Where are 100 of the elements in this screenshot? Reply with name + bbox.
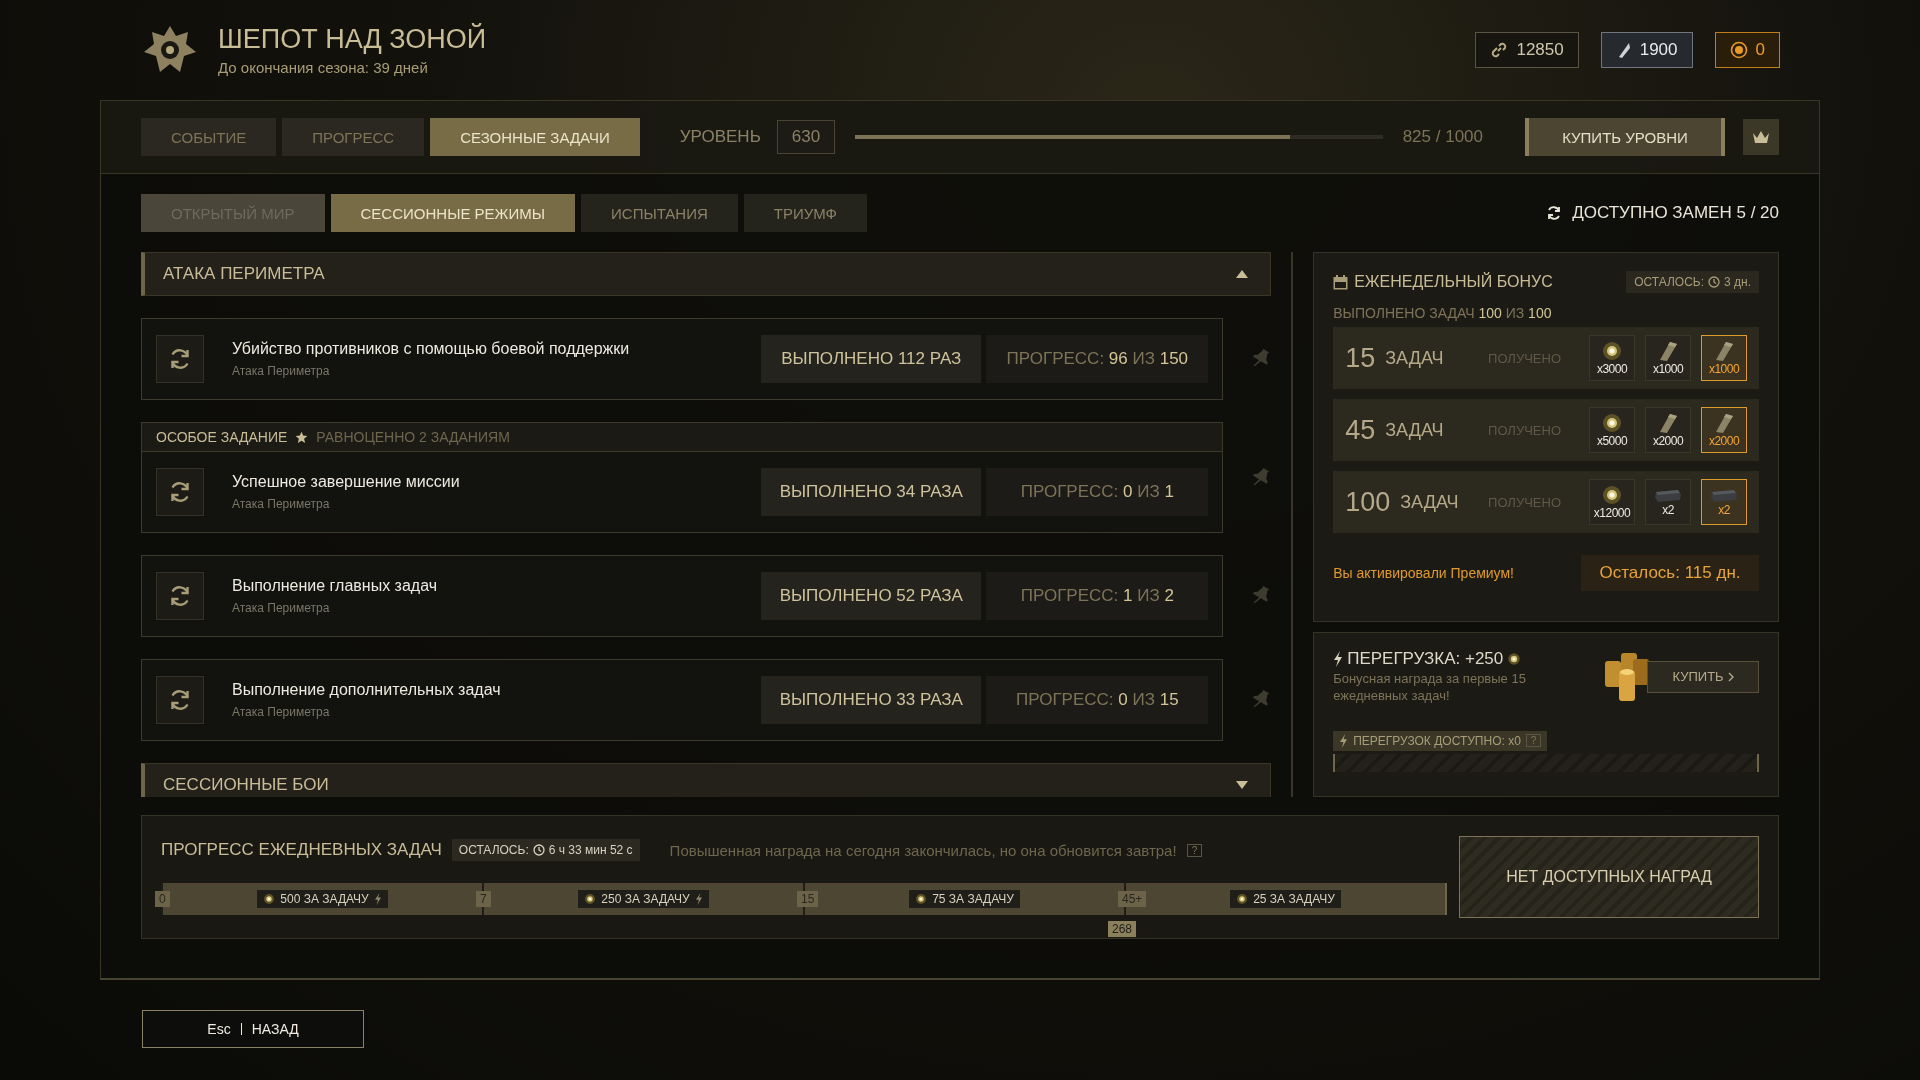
glowing-orb-icon [1507, 652, 1522, 666]
reward-slot: x2000 [1645, 407, 1691, 453]
progress-counter: ПРОГРЕСС: 1 ИЗ 2 [986, 572, 1209, 620]
task-name: Выполнение дополнительных задач [232, 681, 502, 699]
special-task-note: РАВНОЦЕННО 2 ЗАДАНИЯМ [316, 429, 510, 445]
section-header[interactable]: АТАКА ПЕРИМЕТРА [141, 252, 1272, 296]
tier-count: 15 [1345, 342, 1376, 374]
clock-icon [532, 844, 545, 856]
task-mode: Атака Периметра [232, 364, 331, 378]
back-button[interactable]: Esc НАЗАД [142, 1010, 364, 1048]
daily-notice: Повышенная награда на сегодня закончилась, но она обновится завтра! [669, 841, 1177, 859]
premium-button[interactable] [1743, 119, 1779, 155]
star-icon [295, 430, 309, 444]
tab[interactable]: СОБЫТИЕ [141, 118, 277, 156]
replace-task-button[interactable] [156, 676, 204, 724]
weekly-tasks-done: ВЫПОЛНЕНО ЗАДАЧ 100 ИЗ 100 [1333, 305, 1553, 321]
completion-count: ВЫПОЛНЕНО 33 РАЗА [761, 676, 982, 724]
refresh-icon [1546, 205, 1563, 221]
help-button[interactable]: ? [1525, 734, 1542, 748]
tier-unit: ЗАДАЧ [1385, 347, 1444, 369]
premium-note: Вы активировали Премиум! [1333, 565, 1514, 581]
premium-time-left: Осталось: 115 дн. [1581, 555, 1759, 591]
refresh-icon [168, 688, 192, 712]
progress-counter: ПРОГРЕСС: 0 ИЗ 1 [986, 468, 1209, 516]
daily-progress-title: ПРОГРЕСС ЕЖЕДНЕВНЫХ ЗАДАЧ [161, 840, 442, 860]
level-value: 630 [776, 120, 836, 154]
chain-icon [1490, 41, 1509, 59]
task-mode: Атака Периметра [232, 601, 331, 615]
glowing-orb-icon [1601, 484, 1623, 506]
tab[interactable]: ПРОГРЕСС [282, 118, 425, 156]
completion-count: ВЫПОЛНЕНО 52 РАЗА [761, 572, 982, 620]
reward-slot: x5000 [1589, 407, 1635, 453]
currency-counter: 0 [1714, 32, 1780, 68]
glowing-orb-icon [915, 893, 928, 905]
mode-tab[interactable]: ТРИУМФ [743, 194, 868, 232]
section-title: СЕССИОННЫЕ БОИ [163, 775, 329, 795]
glowing-orb-icon [1601, 340, 1623, 362]
crown-icon [1751, 129, 1771, 145]
reward-slot: x3000 [1589, 335, 1635, 381]
coin-icon [1729, 41, 1748, 59]
tier-unit: ЗАДАЧ [1385, 419, 1444, 441]
buy-button[interactable]: КУПИТЬ [1647, 660, 1759, 693]
lightning-icon [373, 893, 382, 905]
currency-counter: 1900 [1600, 32, 1693, 68]
reward-slot: x12000 [1589, 479, 1635, 525]
buy-levels-button[interactable]: КУПИТЬ УРОВНИ [1525, 118, 1725, 156]
progress-counter: ПРОГРЕСС: 0 ИЗ 15 [986, 676, 1209, 724]
refresh-icon [168, 347, 192, 371]
overload-title: ПЕРЕГРУЗКА: +250 [1347, 649, 1504, 669]
season-countdown: До окончания сезона: 39 дней [218, 59, 429, 76]
glowing-orb-icon [263, 893, 276, 905]
reward-slot: x2000 [1701, 407, 1747, 453]
milestone-marker: 7 [476, 891, 491, 907]
mode-tab[interactable]: ИСПЫТАНИЯ [581, 194, 738, 232]
reward-rate-badge: 250 ЗА ЗАДАЧУ [578, 890, 709, 908]
tier-count: 45 [1345, 414, 1376, 446]
lightning-icon [694, 893, 703, 905]
level-progress-reading: 825 / 1000 [1402, 127, 1483, 147]
replace-task-button[interactable] [156, 468, 204, 516]
refresh-icon [168, 480, 192, 504]
task-name: Убийство противников с помощью боевой поддержки [232, 340, 631, 358]
caret-icon [1236, 781, 1249, 789]
season-title: ШЕПОТ НАД ЗОНОЙ [218, 24, 487, 55]
overload-description: Бонусная награда за первые 15 ежедневных задач! [1333, 671, 1527, 705]
lightning-icon [1333, 651, 1344, 667]
glowing-orb-icon [584, 893, 597, 905]
case-icon [1654, 487, 1682, 503]
case-icon [1710, 487, 1738, 503]
glowing-orb-icon [1601, 412, 1623, 434]
milestone-marker: 15 [797, 891, 819, 907]
help-button[interactable]: ? [1186, 843, 1203, 857]
replace-task-button[interactable] [156, 572, 204, 620]
tab[interactable]: СЕЗОННЫЕ ЗАДАЧИ [430, 118, 640, 156]
task-name: Успешное завершение миссии [232, 473, 461, 491]
special-task-label: ОСОБОЕ ЗАДАНИЕ [156, 429, 288, 445]
currency-counter: 12850 [1475, 32, 1579, 68]
tier-count: 100 [1345, 486, 1391, 518]
clock-icon [1708, 276, 1720, 288]
tier-unit: ЗАДАЧ [1400, 491, 1459, 513]
claim-rewards-button[interactable]: НЕТ ДОСТУПНЫХ НАГРАД [1459, 836, 1759, 918]
completion-count: ВЫПОЛНЕНО 34 РАЗА [761, 468, 982, 516]
replacements-counter: ДОСТУПНО ЗАМЕН 5 / 20 [1572, 203, 1779, 223]
lightning-icon [1339, 733, 1349, 748]
caret-icon [1236, 270, 1249, 278]
level-label: УРОВЕНЬ [679, 127, 761, 147]
reward-slot: x1000 [1645, 335, 1691, 381]
progress-counter: ПРОГРЕСС: 96 ИЗ 150 [986, 335, 1209, 383]
mode-tab[interactable]: СЕССИОННЫЕ РЕЖИМЫ [330, 194, 575, 232]
milestone-marker: 45+ [1118, 891, 1147, 907]
chevron-icon [1727, 671, 1734, 682]
reward-rate-badge: 25 ЗА ЗАДАЧУ [1230, 890, 1341, 908]
weekly-bonus-title: ЕЖЕНЕДЕЛЬНЫЙ БОНУС [1354, 273, 1553, 291]
reward-slot: x2 [1701, 479, 1747, 525]
task-name: Выполнение главных задач [232, 577, 439, 595]
refresh-icon [168, 584, 192, 608]
section-header[interactable]: СЕССИОННЫЕ БОИ [141, 763, 1272, 797]
reward-rate-badge: 500 ЗА ЗАДАЧУ [257, 890, 388, 908]
milestone-marker: 0 [155, 891, 170, 907]
replace-task-button[interactable] [156, 335, 204, 383]
reward-rate-badge: 75 ЗА ЗАДАЧУ [909, 890, 1020, 908]
